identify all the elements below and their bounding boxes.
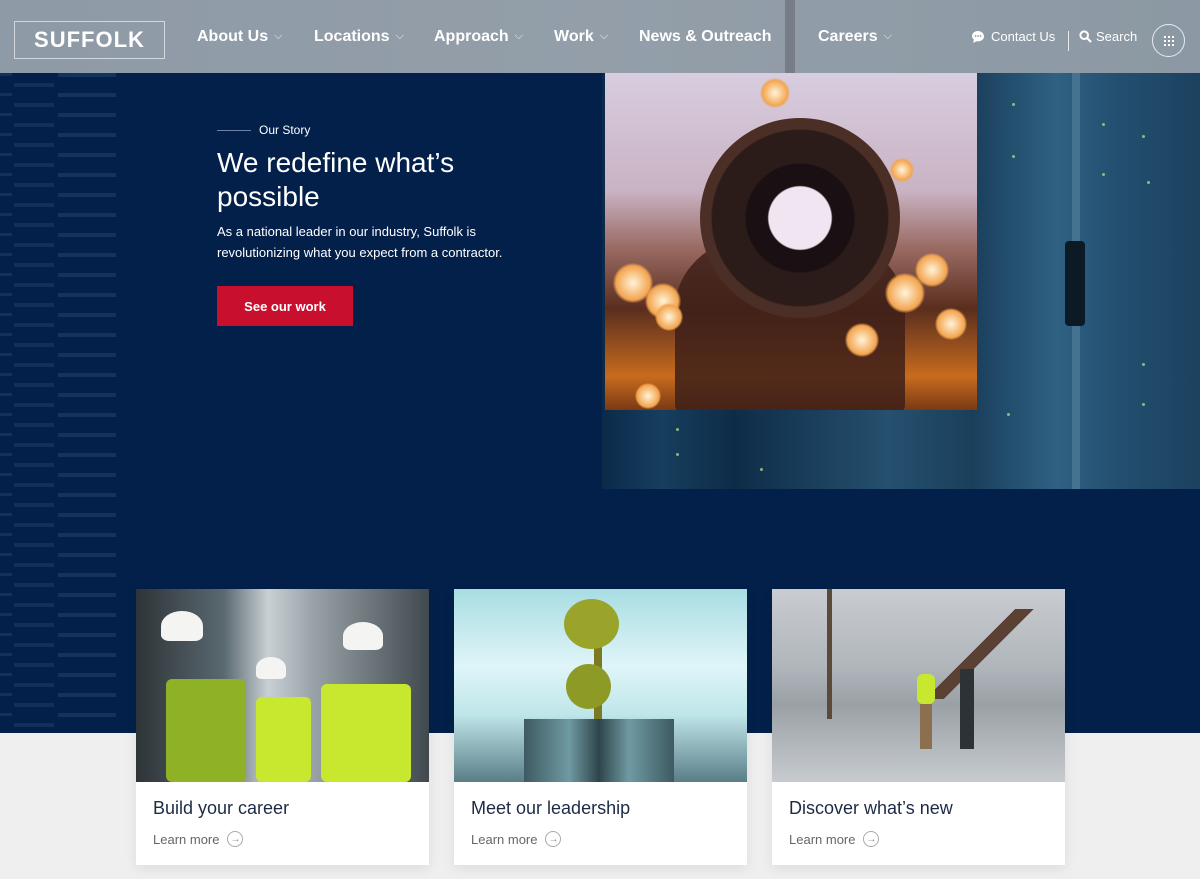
card-image xyxy=(454,589,747,782)
hero-headline: We redefine what’s possible xyxy=(217,147,455,212)
led xyxy=(676,428,679,431)
nav-about-us[interactable]: About Us ⌵ xyxy=(197,0,282,73)
nav-label: Work xyxy=(554,27,594,45)
led xyxy=(1142,403,1145,406)
card-title: Meet our leadership xyxy=(471,798,631,818)
led xyxy=(1102,173,1105,176)
card-build-career[interactable]: Build your career Learn more → xyxy=(136,589,429,865)
card-meet-leadership[interactable]: Meet our leadership Learn more → xyxy=(454,589,747,865)
chat-bubble-icon xyxy=(972,30,984,43)
arrow-right-icon: → xyxy=(227,831,244,847)
learn-more-label: Learn more xyxy=(471,831,538,847)
learn-more-link[interactable]: Learn more → xyxy=(789,831,880,847)
learn-more-link[interactable]: Learn more → xyxy=(153,831,244,847)
worker xyxy=(960,669,974,749)
worker-legs xyxy=(920,704,932,749)
hard-hat xyxy=(343,622,383,650)
nav-label: About Us xyxy=(197,27,269,45)
led xyxy=(1012,155,1015,158)
search-button[interactable]: Search xyxy=(1079,0,1137,73)
chevron-down-icon: ⌵ xyxy=(599,30,609,42)
card-image xyxy=(772,589,1065,782)
escalators xyxy=(524,719,674,782)
card-image xyxy=(136,589,429,782)
eyebrow-line xyxy=(217,129,251,131)
hero-description: As a national leader in our industry, Su… xyxy=(217,224,503,260)
contact-us-label: Contact Us xyxy=(991,29,1056,44)
divider xyxy=(1068,31,1069,51)
nav-work[interactable]: Work ⌵ xyxy=(554,0,608,73)
bokeh xyxy=(760,78,790,108)
learn-more-link[interactable]: Learn more → xyxy=(471,831,562,847)
nav-label: Locations xyxy=(314,27,390,45)
top-navigation: SUFFOLK About Us ⌵ Locations ⌵ Approach ⌵ W… xyxy=(0,0,1200,73)
learn-more-label: Learn more xyxy=(789,831,856,847)
sculpture-flower xyxy=(566,664,611,709)
hard-hat xyxy=(256,657,286,679)
eyebrow-text: Our Story xyxy=(259,123,311,137)
suffolk-logo[interactable]: SUFFOLK xyxy=(14,21,165,59)
bokeh xyxy=(845,323,879,357)
led xyxy=(1102,123,1105,126)
camera-lens xyxy=(700,118,900,318)
card-discover-new[interactable]: Discover what’s new Learn more → xyxy=(772,589,1065,865)
nav-label: Approach xyxy=(434,27,509,45)
contact-us-link[interactable]: Contact Us xyxy=(971,0,1055,73)
bokeh xyxy=(915,253,949,287)
steel-stairs xyxy=(922,609,1065,699)
bokeh xyxy=(935,308,967,340)
steel-column xyxy=(827,589,832,719)
nav-news-outreach[interactable]: News & Outreach xyxy=(639,0,771,73)
nav-label: Careers xyxy=(818,27,878,45)
sculpture-flower xyxy=(564,599,619,649)
safety-vest xyxy=(917,674,935,704)
background-pole xyxy=(785,0,795,73)
learn-more-label: Learn more xyxy=(153,831,220,847)
bokeh xyxy=(655,303,683,331)
safety-vest xyxy=(256,697,311,782)
arrow-right-icon: → xyxy=(545,831,562,847)
card-title: Discover what’s new xyxy=(789,798,953,818)
search-label: Search xyxy=(1096,29,1138,44)
card-title: Build your career xyxy=(153,798,290,818)
lens-photo xyxy=(605,73,977,410)
safety-vest xyxy=(321,684,411,782)
rack-handle xyxy=(1065,241,1085,326)
see-our-work-button[interactable]: See our work xyxy=(217,286,353,326)
decorative-stripes xyxy=(0,73,118,733)
led xyxy=(760,468,763,471)
nav-label: News & Outreach xyxy=(639,27,772,45)
search-icon xyxy=(1079,30,1092,43)
grid-menu-icon xyxy=(1163,35,1174,46)
bokeh xyxy=(635,383,661,409)
chevron-down-icon: ⌵ xyxy=(514,30,524,42)
led xyxy=(1142,363,1145,366)
bokeh xyxy=(890,158,914,182)
nav-approach[interactable]: Approach ⌵ xyxy=(434,0,523,73)
nav-careers[interactable]: Careers ⌵ xyxy=(818,0,892,73)
led xyxy=(1012,103,1015,106)
nav-locations[interactable]: Locations ⌵ xyxy=(314,0,404,73)
hard-hat xyxy=(161,611,203,641)
led xyxy=(676,453,679,456)
led xyxy=(1007,413,1010,416)
led xyxy=(1147,181,1150,184)
arrow-right-icon: → xyxy=(863,831,880,847)
grid-menu-button[interactable] xyxy=(1152,24,1185,57)
eyebrow: Our Story xyxy=(217,123,310,137)
chevron-down-icon: ⌵ xyxy=(883,30,892,42)
led xyxy=(1142,135,1145,138)
chevron-down-icon: ⌵ xyxy=(274,30,283,42)
chevron-down-icon: ⌵ xyxy=(395,30,404,42)
safety-vest xyxy=(166,679,246,782)
